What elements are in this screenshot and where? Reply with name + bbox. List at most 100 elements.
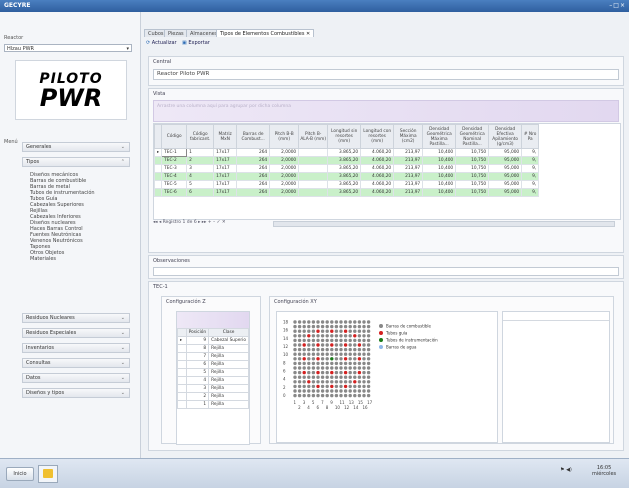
table-cell[interactable]: 9, [521,156,540,165]
fuel-rod-marker[interactable] [302,347,306,352]
fuel-rod-marker[interactable] [302,384,306,389]
fuel-rod-marker[interactable] [366,380,371,384]
table-cell[interactable]: 17x17 [213,172,238,181]
table-cell[interactable]: 17x17 [213,164,238,173]
fuel-rod-marker[interactable] [339,320,343,324]
col-header[interactable]: Densidad Geométrica Máxima Pastilla... [422,124,457,149]
fuel-rod-marker[interactable] [330,389,334,393]
fuel-rod-marker[interactable] [330,375,334,379]
fuel-rod-marker[interactable] [297,352,302,356]
fuel-rod-marker[interactable] [343,347,348,352]
fuel-rod-marker[interactable] [339,380,343,384]
fuel-rod-marker[interactable] [357,338,362,343]
fuel-rod-marker[interactable] [348,338,352,343]
fuel-rod-marker[interactable] [297,357,302,361]
fuel-rod-marker[interactable] [320,352,325,356]
fuel-rod-marker[interactable] [362,357,366,361]
fuel-rod-marker[interactable] [293,320,297,324]
table-cell[interactable]: 3 [185,384,210,393]
fuel-rod-marker[interactable] [339,334,343,338]
fuel-rod-marker[interactable] [334,393,339,398]
fuel-rod-marker[interactable] [297,338,302,343]
tree-item[interactable]: Materiales [30,256,56,262]
central-field[interactable]: Reactor Piloto PWR [153,69,619,80]
fuel-rod-marker[interactable] [343,320,348,324]
fuel-rod-marker[interactable] [316,347,320,352]
fuel-rod-marker[interactable] [320,320,325,324]
fuel-rod-marker[interactable] [311,375,316,379]
table-cell[interactable]: 10,750 [455,172,490,181]
fuel-rod-marker[interactable] [366,366,371,370]
fuel-rod-marker[interactable] [343,338,348,343]
fuel-rod-marker[interactable] [348,343,352,347]
window-controls[interactable]: –□× [609,2,626,9]
fuel-rod-marker[interactable] [320,389,325,393]
table-cell[interactable]: Rejilla [208,368,249,377]
fuel-rod-marker[interactable] [307,338,311,343]
xy-grid[interactable]: 1 2 3 4 5 6 7 8 9 10 11 12 13 14 15 16 17 18 16 14 12 10 8 6 4 2 0… [276,311,498,443]
fuel-rod-marker[interactable] [348,329,352,333]
fuel-rod-marker[interactable] [302,329,306,333]
table-cell[interactable]: 10,750 [455,156,490,165]
fuel-rod-marker[interactable] [325,389,329,393]
col-header[interactable]: Pitch B-B (mm) [269,124,300,149]
fuel-rod-marker[interactable] [362,347,366,352]
fuel-rod-marker[interactable] [320,361,325,366]
table-cell[interactable]: 2,0000 [269,164,300,173]
col-header[interactable]: Barras de Combust... [236,124,271,149]
fuel-rod-marker[interactable] [366,338,371,343]
fuel-rod-marker[interactable] [334,329,339,333]
fuel-rod-marker[interactable] [311,334,316,338]
table-cell[interactable]: TEC-6 [161,188,188,197]
fuel-rod-marker[interactable] [325,334,329,338]
table-cell[interactable]: 9, [521,188,540,197]
fuel-rod-marker[interactable] [297,370,302,375]
fuel-rod-marker[interactable] [311,347,316,352]
table-cell[interactable]: Rejilla [208,344,249,353]
table-row[interactable]: 7 Rejilla [177,352,249,361]
table-cell[interactable]: 3.865,20 [327,164,362,173]
fuel-rod-marker[interactable] [293,343,297,347]
fuel-rod-marker[interactable] [348,361,352,366]
fuel-rod-marker[interactable] [297,343,302,347]
guide-tube-marker[interactable] [307,380,311,384]
fuel-rod-marker[interactable] [343,324,348,329]
fuel-rod-marker[interactable] [339,357,343,361]
fuel-rod-marker[interactable] [357,334,362,338]
table-cell[interactable]: Rejilla [208,384,249,393]
table-cell[interactable]: 5 [186,180,215,189]
table-cell[interactable]: 95,000 [488,180,523,189]
fuel-rod-marker[interactable] [357,389,362,393]
fuel-rod-marker[interactable] [293,334,297,338]
fuel-rod-marker[interactable] [339,393,343,398]
fuel-rod-marker[interactable] [307,375,311,379]
guide-tube-marker[interactable] [357,370,362,375]
fuel-rod-marker[interactable] [357,347,362,352]
guide-tube-marker[interactable] [316,370,320,375]
fuel-rod-marker[interactable] [362,389,366,393]
fuel-rod-marker[interactable] [320,329,325,333]
fuel-rod-marker[interactable] [334,389,339,393]
table-cell[interactable]: 10,400 [422,156,457,165]
fuel-rod-marker[interactable] [330,361,334,366]
fuel-rod-marker[interactable] [320,338,325,343]
table-cell[interactable]: 264 [236,180,271,189]
fuel-rod-marker[interactable] [343,380,348,384]
table-row[interactable]: TEC-6 6 17x17 264 2,0000 3.865,20 4.060,… [154,188,540,197]
fuel-rod-marker[interactable] [362,370,366,375]
fuel-rod-marker[interactable] [302,380,306,384]
fuel-rod-marker[interactable] [348,324,352,329]
taskbar-app-button[interactable] [38,465,58,483]
table-cell[interactable]: 10,400 [422,148,457,157]
fuel-rod-marker[interactable] [362,366,366,370]
guide-tube-marker[interactable] [343,343,348,347]
fuel-rod-marker[interactable] [348,347,352,352]
fuel-rod-marker[interactable] [311,324,316,329]
guide-tube-marker[interactable] [343,384,348,389]
fuel-rod-marker[interactable] [366,375,371,379]
fuel-rod-marker[interactable] [293,393,297,398]
fuel-rod-marker[interactable] [366,370,371,375]
fuel-rod-marker[interactable] [293,375,297,379]
fuel-rod-marker[interactable] [311,389,316,393]
fuel-rod-marker[interactable] [316,389,320,393]
